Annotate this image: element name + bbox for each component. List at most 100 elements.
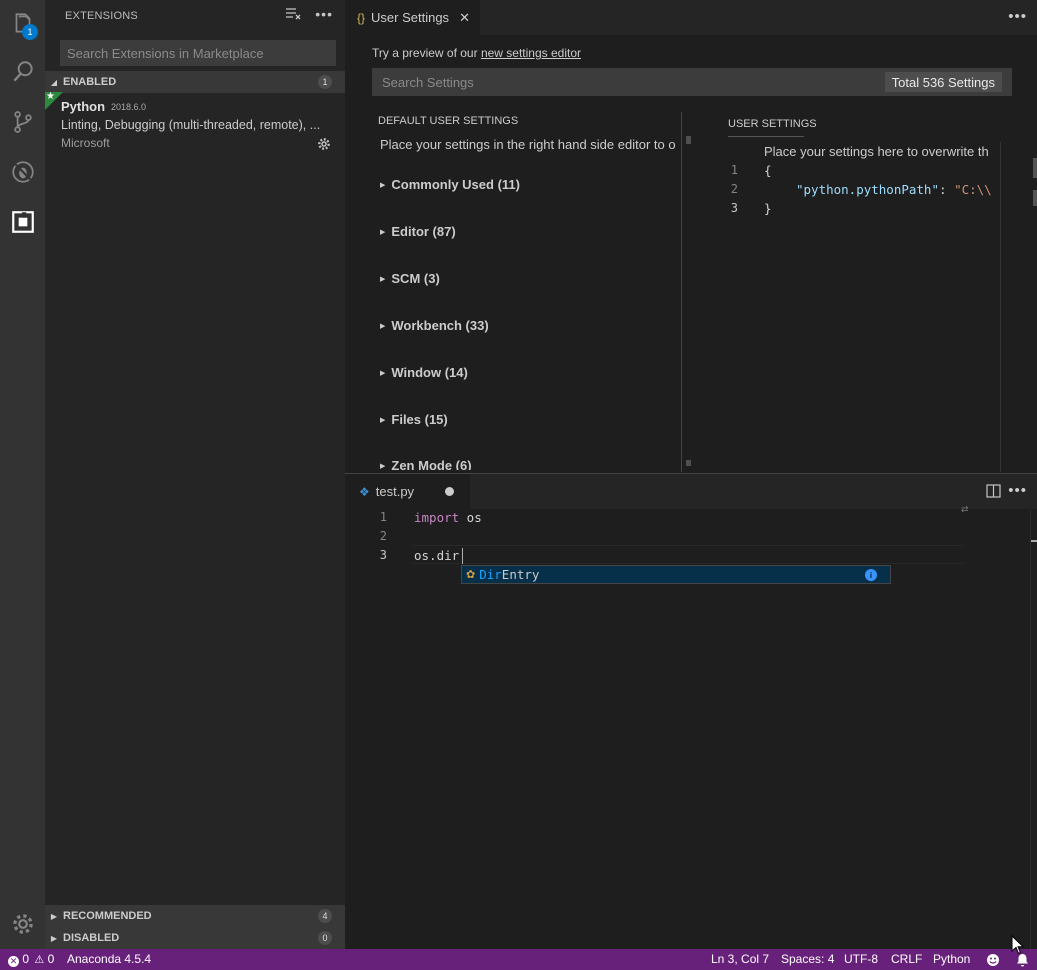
line-number: 1: [730, 163, 738, 177]
user-pane-ruler: [1000, 142, 1001, 472]
category-editor[interactable]: ▶ Editor (87): [380, 224, 456, 239]
line-ending[interactable]: CRLF: [891, 952, 922, 966]
clear-extensions-icon[interactable]: [285, 6, 301, 22]
language-mode[interactable]: Python: [933, 952, 970, 966]
section-count: 1: [318, 75, 332, 89]
star-icon: ★: [46, 91, 55, 102]
section-recommended[interactable]: ▶ RECOMMENDED 4: [45, 905, 345, 927]
gear-icon: [12, 914, 33, 934]
extension-gear-icon[interactable]: [317, 137, 331, 151]
sidebar-title: EXTENSIONS: [65, 10, 138, 22]
bell-icon[interactable]: [1016, 953, 1029, 967]
search-button[interactable]: [0, 48, 45, 96]
python-file-icon: ❖: [359, 484, 370, 499]
more-actions-icon[interactable]: •••: [315, 6, 333, 22]
extensions-sidebar: EXTENSIONS ••• Search Extensions in Mark…: [45, 0, 345, 949]
problems-indicator[interactable]: ✕ 0 ⚠ 0: [8, 952, 54, 967]
suggestion-rest: Entry: [501, 567, 540, 582]
encoding[interactable]: UTF-8: [844, 952, 878, 966]
extension-version: 2018.6.0: [111, 102, 147, 112]
preview-text: Try a preview of our: [372, 46, 481, 60]
tab-label: test.py: [375, 484, 415, 499]
debug-button[interactable]: [0, 148, 45, 196]
section-disabled[interactable]: ▶ DISABLED 0: [45, 927, 345, 949]
more-actions-icon[interactable]: •••: [1008, 482, 1027, 499]
top-tab-bar: {} User Settings ✕ •••: [345, 0, 1037, 35]
extensions-button[interactable]: [0, 198, 45, 246]
warning-icon: ⚠: [34, 954, 45, 966]
chevron-right-icon: ▶: [380, 370, 386, 377]
preview-banner: Try a preview of our new settings editor: [372, 46, 581, 60]
category-workbench[interactable]: ▶ Workbench (33): [380, 318, 489, 333]
source-control-button[interactable]: [0, 98, 45, 146]
code-text: os: [459, 510, 482, 525]
category-label: Editor (87): [391, 224, 456, 239]
activity-bar: 1: [0, 0, 45, 949]
source-control-icon: [13, 111, 32, 133]
status-bar: ✕ 0 ⚠ 0 Anaconda 4.5.4 Ln 3, Col 7 Space…: [0, 949, 1037, 970]
close-icon[interactable]: ✕: [459, 10, 470, 26]
split-editor-icon[interactable]: [986, 484, 1001, 498]
line-number: 3: [730, 201, 738, 215]
category-clip: ▶ Zen Mode (6): [345, 456, 681, 470]
section-label: DISABLED: [63, 932, 120, 944]
tab-user-settings[interactable]: {} User Settings ✕: [345, 0, 480, 35]
error-icon: ✕: [8, 956, 19, 967]
more-actions-icon[interactable]: •••: [1008, 8, 1027, 25]
settings-search-input[interactable]: Search Settings Total 536 Settings: [372, 68, 1012, 96]
line-number: 2: [730, 182, 738, 196]
extension-name: Python: [61, 99, 106, 114]
cursor-position[interactable]: Ln 3, Col 7: [711, 952, 769, 966]
title-underline: [728, 136, 804, 137]
manage-button[interactable]: [0, 900, 45, 948]
python-interpreter[interactable]: Anaconda 4.5.4: [67, 952, 151, 966]
suggestion-widget[interactable]: ✿ DirEntry i: [461, 565, 891, 584]
unsaved-dot-icon[interactable]: [445, 487, 454, 496]
chevron-right-icon: ▶: [380, 417, 386, 424]
sidebar-actions: •••: [285, 6, 333, 22]
code-line: os.dir: [414, 548, 460, 563]
category-scm[interactable]: ▶ SCM (3): [380, 271, 440, 286]
category-label: Window (14): [391, 365, 468, 380]
debug-icon: [11, 161, 34, 183]
section-enabled[interactable]: ◢ ENABLED 1: [45, 71, 345, 93]
user-settings-subtitle: Place your settings here to overwrite th: [764, 144, 989, 159]
chevron-right-icon: ▶: [380, 323, 386, 330]
warning-count: 0: [47, 952, 55, 966]
chevron-right-icon: ▶: [380, 229, 386, 236]
error-count: 0: [22, 952, 30, 966]
pane-divider[interactable]: [681, 112, 682, 472]
chevron-right-icon: ▶: [50, 911, 58, 921]
user-pane-scroll-marker: [1033, 190, 1037, 206]
smiley-feedback-icon[interactable]: [986, 953, 1000, 967]
code-line: import os: [414, 510, 482, 525]
search-icon: [12, 61, 33, 82]
user-pane-scrollbar[interactable]: [1033, 158, 1037, 178]
explorer-button[interactable]: 1: [0, 0, 45, 48]
keyword: import: [414, 510, 460, 525]
category-files[interactable]: ▶ Files (15): [380, 412, 448, 427]
info-icon[interactable]: i: [865, 569, 877, 581]
code-line: }: [764, 201, 772, 216]
section-label: RECOMMENDED: [63, 910, 152, 922]
new-settings-editor-link[interactable]: new settings editor: [481, 46, 581, 60]
category-label: Files (15): [391, 412, 448, 427]
braces-icon: {}: [357, 10, 366, 25]
extension-publisher: Microsoft: [61, 136, 110, 150]
tab-test-py[interactable]: ❖ test.py: [345, 474, 470, 509]
default-settings-subtitle: Place your settings in the right hand si…: [380, 137, 676, 152]
chevron-right-icon: ▶: [380, 182, 386, 189]
extension-item-python[interactable]: ★ Python 2018.6.0 Linting, Debugging (mu…: [45, 91, 345, 154]
indentation[interactable]: Spaces: 4: [781, 952, 834, 966]
code-line: {: [764, 163, 772, 178]
extensions-search-input[interactable]: Search Extensions in Marketplace: [60, 40, 336, 66]
default-pane-scrollbar[interactable]: [686, 136, 691, 144]
section-label: ENABLED: [63, 76, 117, 88]
category-label: Zen Mode (6): [391, 458, 472, 470]
category-window[interactable]: ▶ Window (14): [380, 365, 468, 380]
category-commonly-used[interactable]: ▶ Commonly Used (11): [380, 177, 520, 192]
mouse-pointer-icon: [1011, 935, 1025, 955]
settings-count-badge: Total 536 Settings: [884, 72, 1002, 92]
category-zen-mode[interactable]: ▶ Zen Mode (6): [380, 458, 472, 470]
section-count: 4: [318, 909, 332, 923]
